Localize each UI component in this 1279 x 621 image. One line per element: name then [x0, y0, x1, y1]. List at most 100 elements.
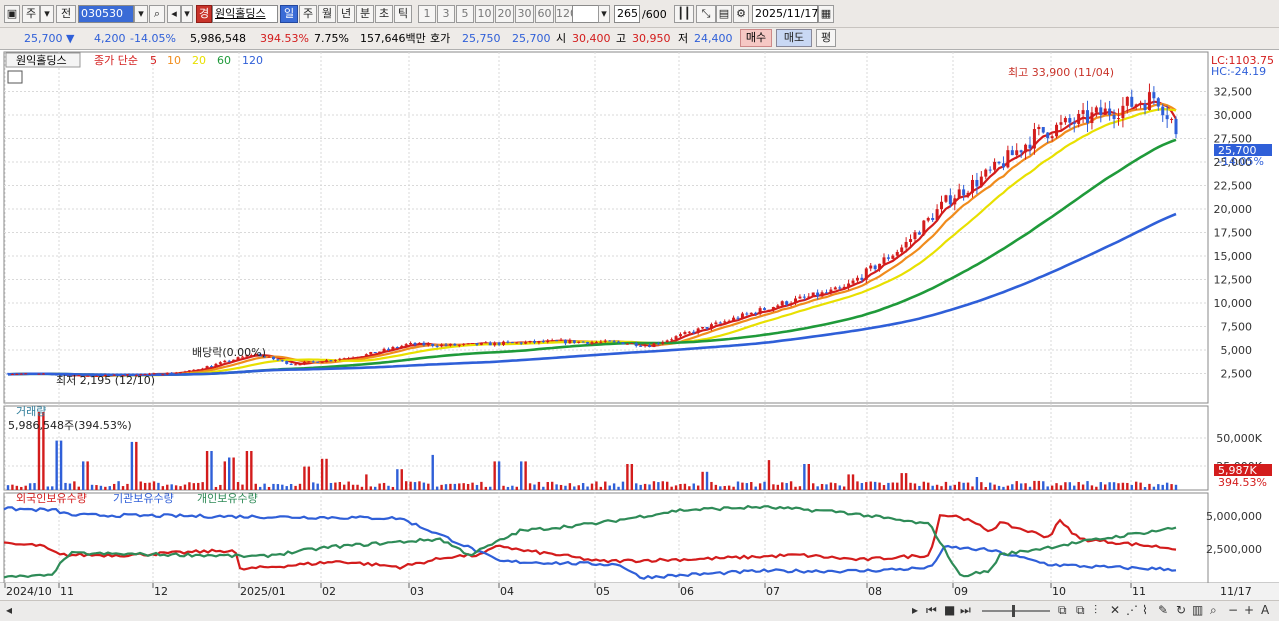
volume-bar: [73, 481, 76, 490]
stock-chart[interactable]: 32,50030,00027,50025,00022,50020,00017,5…: [0, 50, 1279, 600]
period-tab-4[interactable]: 분: [356, 5, 374, 23]
chevron-down-icon[interactable]: ▾: [134, 5, 148, 23]
period-tab-3[interactable]: 년: [337, 5, 355, 23]
scroll-left-icon[interactable]: ◂: [6, 601, 12, 619]
calendar-icon[interactable]: ▦: [818, 5, 834, 23]
volume-bar: [975, 477, 979, 490]
chevron-down-icon[interactable]: ▾: [40, 5, 54, 23]
minute-option-20[interactable]: 20: [495, 5, 514, 23]
minute-option-60[interactable]: 60: [535, 5, 554, 23]
minute-option-10[interactable]: 10: [475, 5, 494, 23]
volume-bar: [152, 481, 156, 490]
zoom-slider[interactable]: [982, 610, 1050, 612]
legend-ma-10[interactable]: 10: [167, 54, 181, 67]
candle-type-icon[interactable]: ┃┃: [674, 5, 694, 23]
buy-button[interactable]: 매수: [740, 29, 772, 47]
candle-body: [785, 301, 789, 305]
candle-body: [842, 286, 846, 288]
volume-bar: [188, 482, 191, 490]
first-page-icon[interactable]: ⏮: [926, 601, 937, 619]
legend-ma-5[interactable]: 5: [150, 54, 157, 67]
volume-bar: [135, 441, 138, 490]
sell-button[interactable]: 매도: [776, 29, 812, 47]
volume-bar: [719, 486, 722, 490]
candle-body: [218, 362, 222, 364]
date-input[interactable]: 2025/11/17: [752, 5, 818, 23]
legend-ma-120[interactable]: 120: [242, 54, 263, 67]
minute-option-1[interactable]: 1: [418, 5, 436, 23]
candle-body: [794, 298, 798, 304]
candle-body: [984, 169, 988, 177]
trend-icon[interactable]: ⋰: [1126, 601, 1138, 619]
minute-option-30[interactable]: 30: [515, 5, 534, 23]
wave-icon[interactable]: ⌇: [1142, 601, 1148, 619]
scroll-right-icon[interactable]: ▸: [912, 601, 918, 619]
volume-bar: [1165, 482, 1169, 490]
save-icon[interactable]: ▤: [716, 5, 732, 23]
minute-option-5[interactable]: 5: [456, 5, 474, 23]
candle-body: [41, 373, 45, 375]
speaker-icon[interactable]: ◂: [167, 5, 181, 23]
zoom-slider-handle[interactable]: [1012, 605, 1015, 617]
volume-bar: [887, 482, 890, 490]
prev-button[interactable]: 전: [56, 5, 76, 23]
volume-bar: [918, 485, 921, 490]
volume-bar: [834, 483, 837, 490]
candle-body: [838, 287, 842, 289]
volume-bar: [245, 451, 249, 490]
font-size-icon[interactable]: A: [1261, 601, 1269, 619]
candle-body: [997, 161, 1001, 164]
count-input[interactable]: 265: [614, 5, 640, 23]
search-icon[interactable]: ⌕: [149, 5, 165, 23]
volume-bar: [1134, 481, 1138, 490]
layout-icon[interactable]: ▥: [1192, 601, 1203, 619]
holdings-legend-0[interactable]: 외국인보유수량: [16, 492, 87, 505]
candle-body: [656, 343, 660, 345]
pencil-icon[interactable]: ✎: [1158, 601, 1168, 619]
period-tab-5[interactable]: 초: [375, 5, 393, 23]
price-axis-label: 20,000: [1214, 203, 1253, 216]
last-page-icon[interactable]: ⏭: [960, 601, 971, 619]
period-code-select[interactable]: 주: [22, 5, 40, 23]
chevron-down-icon[interactable]: ▾: [181, 5, 193, 23]
holdings-legend-2[interactable]: 개인보유수량: [197, 492, 258, 505]
volume-bar: [869, 481, 872, 490]
candle-body: [776, 305, 780, 308]
stock-name-field[interactable]: 원익홀딩스: [212, 5, 278, 23]
minute-custom-input[interactable]: [572, 5, 600, 23]
draw-tool-icon[interactable]: ⧉: [1058, 601, 1067, 619]
legend-ma-20[interactable]: 20: [192, 54, 206, 67]
table-icon[interactable]: [7, 70, 23, 84]
period-tab-2[interactable]: 월: [318, 5, 336, 23]
cross-icon[interactable]: ✕: [1110, 601, 1120, 619]
period-tab-0[interactable]: 일: [280, 5, 298, 23]
chart-menu-icon[interactable]: ▣: [4, 5, 20, 23]
volume-bar: [1077, 481, 1080, 490]
chart-tool-icon[interactable]: ⫶: [1094, 601, 1097, 619]
stop-icon[interactable]: ■: [944, 601, 955, 619]
volume-bar: [1086, 481, 1089, 490]
chevron-down-icon[interactable]: ▾: [598, 5, 610, 23]
candle-body: [634, 343, 638, 346]
volume-bar: [546, 481, 549, 490]
copy-icon[interactable]: ⧉: [1076, 601, 1085, 619]
search-icon[interactable]: ⌕: [1210, 601, 1217, 619]
zoom-in-icon[interactable]: +: [1244, 601, 1254, 619]
period-tab-6[interactable]: 틱: [394, 5, 412, 23]
dividend-annotation: 배당락(0.00%): [192, 346, 266, 359]
period-tab-1[interactable]: 주: [299, 5, 317, 23]
candle-body: [280, 360, 284, 362]
holdings-legend-1[interactable]: 기관보유수량: [113, 492, 174, 505]
gear-icon[interactable]: ⚙: [733, 5, 749, 23]
eval-button[interactable]: 평: [816, 29, 836, 47]
candle-body: [988, 169, 992, 171]
candle-body: [541, 341, 545, 343]
legend-ma-60[interactable]: 60: [217, 54, 231, 67]
minute-option-3[interactable]: 3: [437, 5, 455, 23]
scrollbar[interactable]: ◂ ▸ ⏮ ■ ⏭ ⧉ ⧉ ⫶ ✕ ⋰ ⌇ ✎ ↻ ▥ ⌕ − + A: [0, 600, 1279, 621]
refresh-icon[interactable]: ↻: [1176, 601, 1186, 619]
candle-body: [740, 313, 744, 319]
stock-code-input[interactable]: 030530: [78, 5, 134, 23]
zoom-out-icon[interactable]: −: [1228, 601, 1238, 619]
compare-icon[interactable]: ⤡: [696, 5, 716, 23]
